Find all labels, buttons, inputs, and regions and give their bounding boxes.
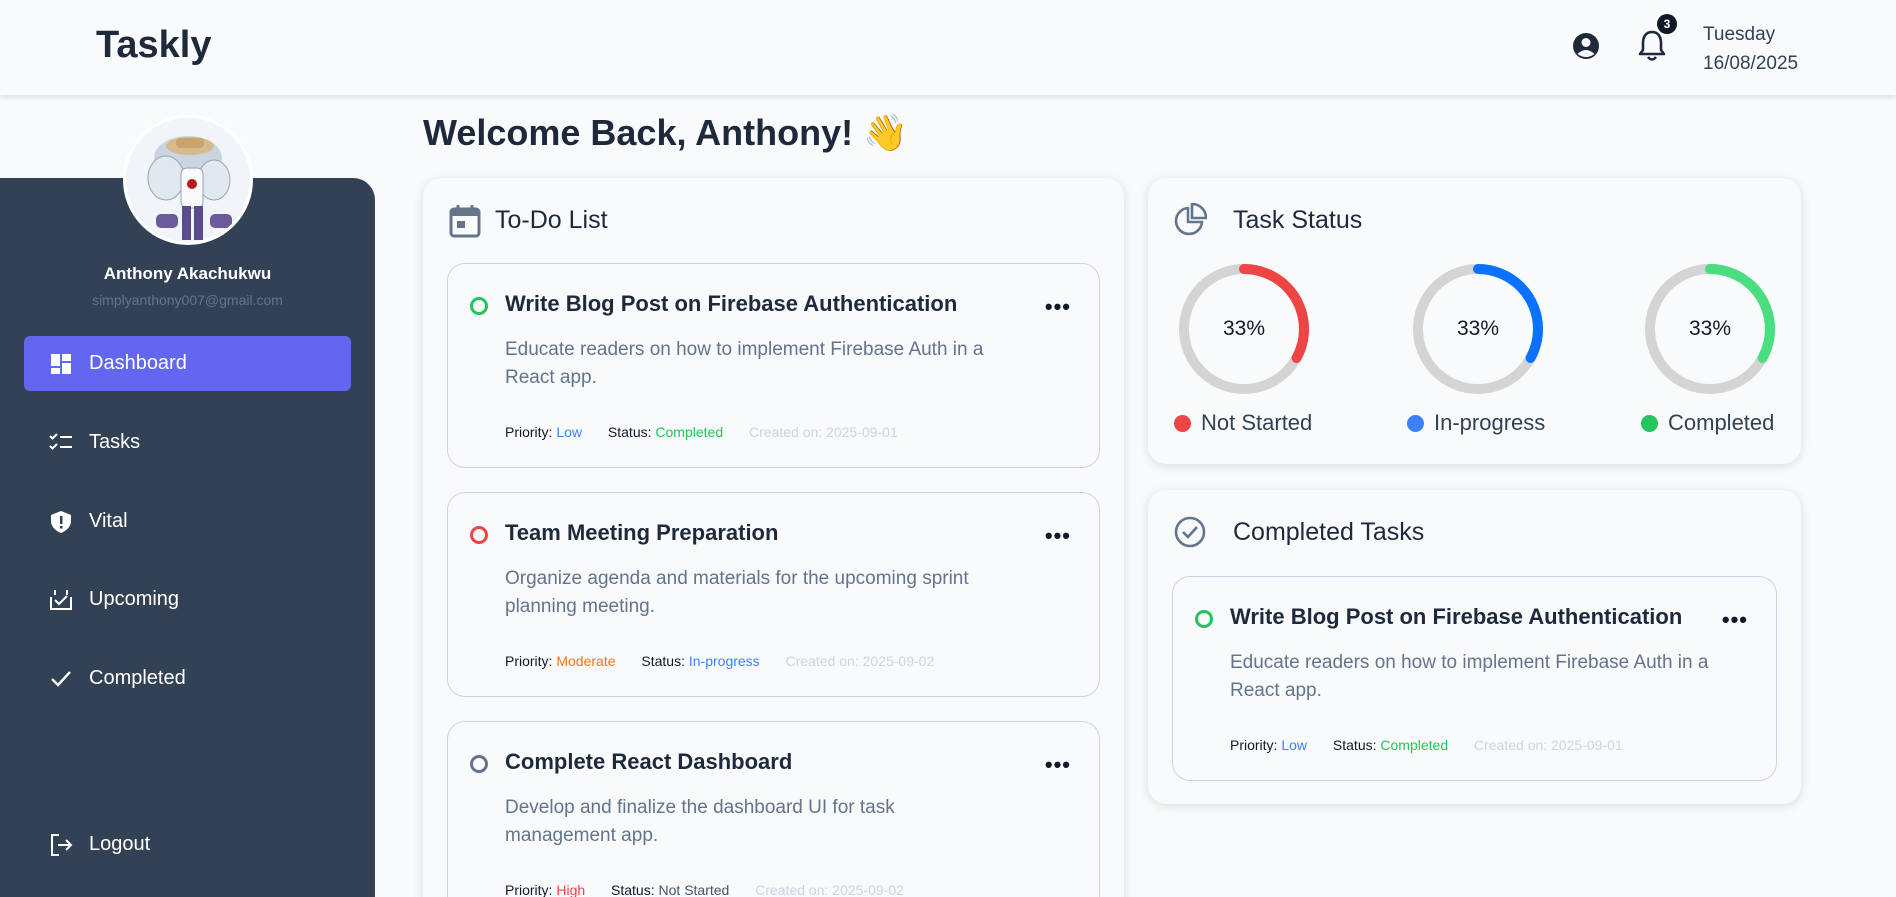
created-date: Created on: 2025-09-01 (1474, 737, 1623, 753)
pie-chart-icon (1173, 202, 1208, 237)
status-dot (470, 297, 488, 315)
progress-ring-completed: 33% (1643, 262, 1777, 396)
status-dot (1195, 610, 1213, 628)
check-icon (48, 666, 74, 692)
sidebar-item-label: Dashboard (89, 352, 187, 374)
task-status-title: Task Status (1233, 206, 1363, 234)
date-label: 16/08/2025 (1703, 53, 1799, 74)
sidebar-item-dashboard[interactable]: Dashboard (24, 336, 351, 391)
legend-label: Completed (1668, 410, 1775, 435)
priority-label: Priority: (505, 424, 553, 440)
status-label: Status: (1332, 737, 1377, 753)
task-meta: Priority: High Status: Not Started Creat… (505, 882, 904, 897)
sidebar-item-upcoming[interactable]: Upcoming (24, 572, 351, 627)
status-value: In-progress (688, 653, 760, 669)
task-title: Team Meeting Preparation (505, 520, 779, 545)
created-date: Created on: 2025-09-02 (785, 653, 935, 669)
sidebar-item-label: Completed (89, 667, 186, 689)
priority-value: Moderate (556, 653, 616, 669)
task-meta: Priority: Low Status: Completed Created … (505, 424, 898, 440)
progress-ring-in-progress: 33% (1411, 262, 1545, 396)
task-meta: Priority: Moderate Status: In-progress C… (505, 653, 934, 669)
task-title: Write Blog Post on Firebase Authenticati… (1230, 604, 1683, 629)
more-options-icon[interactable]: ••• (1045, 523, 1071, 549)
day-label: Tuesday (1703, 24, 1776, 45)
sidebar-item-label: Tasks (89, 431, 141, 453)
created-date: Created on: 2025-09-02 (755, 882, 904, 897)
legend-in-progress: In-progress (1407, 410, 1545, 436)
sidebar-item-completed[interactable]: Completed (24, 651, 351, 706)
sidebar-item-tasks[interactable]: Tasks (24, 415, 351, 470)
logout-label: Logout (89, 833, 151, 855)
completed-tasks-panel: Completed Tasks Write Blog Post on Fireb… (1148, 490, 1801, 804)
more-options-icon[interactable]: ••• (1045, 294, 1071, 320)
more-options-icon[interactable]: ••• (1722, 607, 1748, 633)
progress-ring-not-started: 33% (1177, 262, 1311, 396)
task-status-panel: Task Status 33% 33% 33% Not Started In-p… (1148, 178, 1801, 464)
logout-icon (48, 832, 74, 858)
user-name: Anthony Akachukwu (103, 264, 272, 283)
task-description: Educate readers on how to implement Fire… (505, 339, 984, 388)
status-value: Completed (655, 424, 724, 440)
task-card[interactable]: Write Blog Post on Firebase Authenticati… (447, 263, 1100, 468)
priority-value: Low (1281, 737, 1308, 753)
task-card[interactable]: Team Meeting Preparation ••• Organize ag… (447, 492, 1100, 697)
user-circle-icon[interactable] (1570, 30, 1602, 62)
sidebar-item-label: Vital (89, 510, 128, 532)
page-title: Welcome Back, Anthony! 👋 (423, 112, 908, 153)
legend-completed: Completed (1641, 410, 1774, 436)
priority-label: Priority: (505, 882, 553, 897)
progress-percent: 33% (1456, 317, 1500, 340)
shield-alert-icon (48, 509, 74, 535)
status-label: Status: (611, 882, 655, 897)
app-logo[interactable]: Taskly (96, 24, 211, 67)
progress-percent: 33% (1222, 317, 1266, 340)
task-description: Develop and finalize the dashboard UI fo… (505, 797, 895, 846)
status-value: Not Started (658, 882, 730, 897)
logout-button[interactable]: Logout (24, 817, 351, 872)
created-date: Created on: 2025-09-01 (749, 424, 898, 440)
status-dot (470, 755, 488, 773)
task-card[interactable]: Complete React Dashboard ••• Develop and… (447, 721, 1100, 897)
legend-dot (1174, 414, 1191, 432)
avatar[interactable] (123, 115, 253, 245)
priority-label: Priority: (1230, 737, 1278, 753)
legend-dot (1407, 414, 1424, 432)
dashboard-icon (48, 351, 74, 377)
priority-label: Priority: (505, 653, 553, 669)
task-card[interactable]: Write Blog Post on Firebase Authenticati… (1172, 576, 1777, 781)
status-label: Status: (641, 653, 685, 669)
legend-dot (1641, 414, 1658, 432)
check-circle-icon (1173, 515, 1207, 549)
legend-label: Not Started (1201, 410, 1313, 435)
task-title: Write Blog Post on Firebase Authenticati… (505, 291, 958, 316)
task-description: Educate readers on how to implement Fire… (1230, 652, 1709, 701)
sidebar-item-label: Upcoming (89, 588, 180, 610)
user-email: simplyanthony007@gmail.com (92, 292, 283, 308)
sidebar-item-vital[interactable]: Vital (24, 494, 351, 549)
progress-percent: 33% (1688, 317, 1732, 340)
current-date: Tuesday 16/08/2025 (1703, 20, 1798, 78)
todo-title: To-Do List (495, 206, 608, 234)
status-value: Completed (1380, 737, 1449, 753)
status-label: Status: (607, 424, 652, 440)
top-header: Taskly 3 Tuesday 16/08/2025 (0, 0, 1896, 95)
task-description: Organize agenda and materials for the up… (505, 568, 969, 617)
legend-not-started: Not Started (1174, 410, 1312, 436)
legend-label: In-progress (1434, 410, 1546, 435)
priority-value: High (556, 882, 586, 897)
priority-value: Low (556, 424, 583, 440)
task-title: Complete React Dashboard (505, 749, 793, 774)
task-meta: Priority: Low Status: Completed Created … (1230, 737, 1623, 753)
calendar-upcoming-icon (48, 587, 74, 613)
more-options-icon[interactable]: ••• (1045, 752, 1071, 778)
notification-badge: 3 (1657, 14, 1677, 34)
checklist-icon (48, 430, 74, 456)
todo-panel: To-Do List Write Blog Post on Firebase A… (423, 178, 1124, 897)
completed-tasks-title: Completed Tasks (1233, 518, 1425, 546)
status-dot (470, 526, 488, 544)
calendar-icon (449, 204, 483, 238)
